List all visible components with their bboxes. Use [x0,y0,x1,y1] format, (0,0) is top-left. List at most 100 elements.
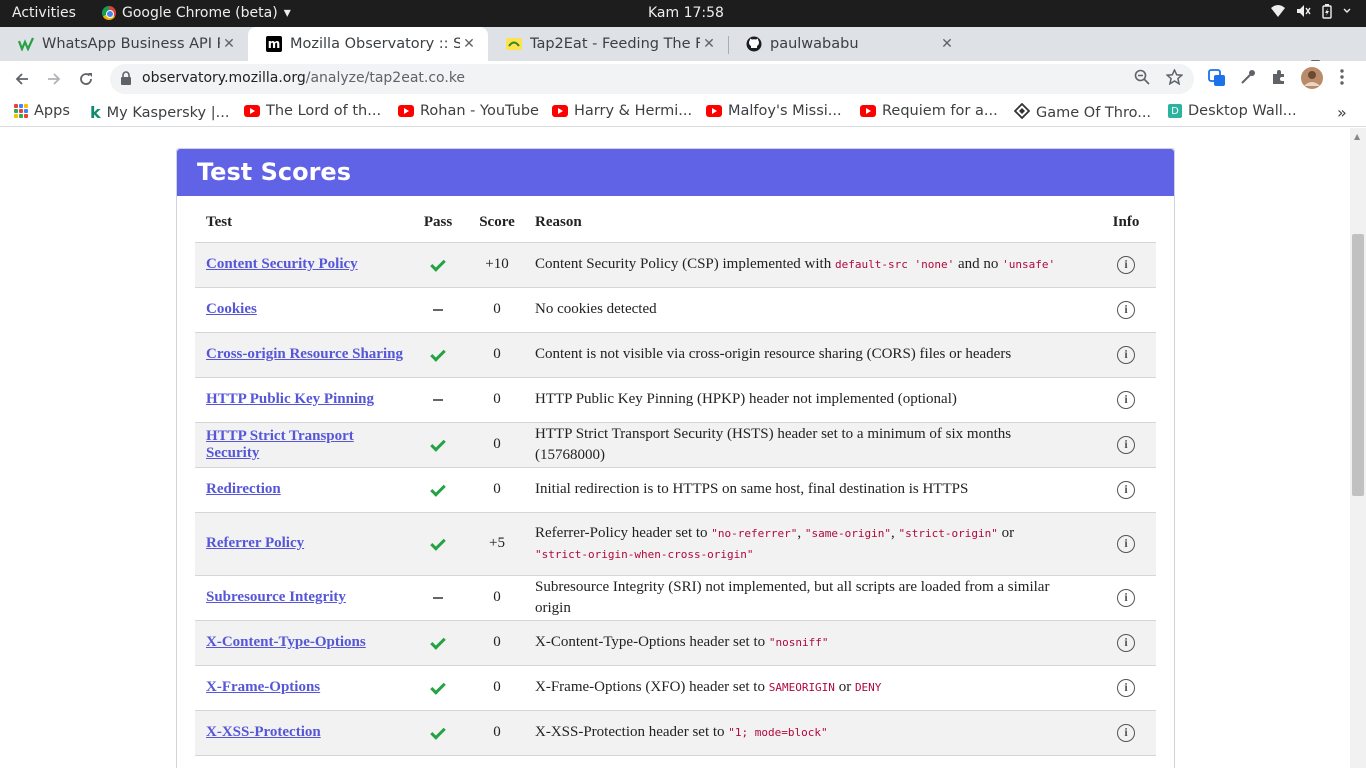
info-icon[interactable]: i [1117,300,1135,319]
youtube-icon [398,105,414,117]
tab-github-paulwababu[interactable]: paulwababu ✕ [728,27,966,61]
checkmark-icon [430,436,446,452]
reason-cell: No cookies detected [523,287,1096,333]
app-menu[interactable]: Google Chrome (beta) ▾ [102,5,291,21]
reason-text: HTTP Strict Transport Security (HSTS) he… [535,425,1012,463]
back-arrow-icon[interactable] [9,66,35,92]
reason-cell: Subresource Integrity (SRI) not implemen… [523,575,1096,621]
tab-whatsapp-business[interactable]: WhatsApp Business API P ✕ [0,27,248,61]
info-cell: i [1096,467,1156,513]
checkmark-icon [430,535,446,551]
score-cell: +10 [471,242,523,288]
tab-tap2eat[interactable]: Tap2Eat - Feeding The Fut ✕ [488,27,728,61]
bookmark-malfoy[interactable]: Malfoy's Missi... [706,103,842,119]
table-row: Cookies 0 No cookies detected i [195,287,1156,333]
close-icon[interactable]: ✕ [460,36,478,52]
test-link[interactable]: X-Content-Type-Options [206,634,366,650]
pass-cell [405,467,471,513]
dash-icon [433,308,443,311]
bookmark-requiem[interactable]: Requiem for a... [860,103,998,119]
test-link[interactable]: Subresource Integrity [206,589,346,605]
table-row: Referrer Policy +5 Referrer-Policy header … [195,512,1156,576]
bookmark-desktop-wallpaper[interactable]: D Desktop Wall... [1168,103,1297,119]
test-link[interactable]: Redirection [206,481,281,497]
pass-cell [405,512,471,576]
info-icon[interactable]: i [1117,435,1135,454]
battery-icon [1322,4,1332,23]
score-cell: 0 [471,467,523,513]
address-bar[interactable]: observatory.mozilla.org/analyze/tap2eat.… [110,64,1194,94]
test-link[interactable]: HTTP Strict Transport Security [206,428,354,461]
lock-icon[interactable] [120,71,132,90]
info-icon[interactable]: i [1117,480,1135,499]
clock[interactable]: Kam 17:58 [648,5,724,21]
bookmark-lord-of-the-rings[interactable]: The Lord of th... [244,103,381,119]
info-icon[interactable]: i [1117,345,1135,364]
info-icon[interactable]: i [1117,723,1135,742]
dash-icon [433,596,443,599]
info-icon[interactable]: i [1117,678,1135,697]
activities-button[interactable]: Activities [12,5,76,21]
page-content: Test Scores Test Pass Score Reason Info … [0,128,1350,768]
reason-cell: HTTP Strict Transport Security (HSTS) he… [523,422,1096,468]
pass-cell [405,575,471,621]
tab-title: WhatsApp Business API P [42,36,220,52]
scrollbar-thumb[interactable] [1352,234,1364,496]
scroll-up-arrow-icon[interactable]: ▲ [1354,132,1360,141]
extensions-puzzle-icon[interactable] [1271,69,1287,89]
score-cell: +5 [471,512,523,576]
test-link[interactable]: Content Security Policy [206,256,358,272]
close-icon[interactable]: ✕ [220,36,238,52]
test-link[interactable]: Referrer Policy [206,535,304,551]
bookmark-label: Rohan - YouTube [420,103,539,119]
zoom-icon[interactable] [1134,69,1150,89]
test-link[interactable]: X-XSS-Protection [206,724,321,740]
bookmarks-bar: Apps k My Kaspersky |... The Lord of th.… [0,97,1366,127]
score-cell: 0 [471,332,523,378]
info-cell: i [1096,332,1156,378]
info-icon[interactable]: i [1117,534,1135,553]
desktop-wall-icon: D [1168,104,1182,118]
test-link[interactable]: HTTP Public Key Pinning [206,391,374,407]
info-cell: i [1096,377,1156,423]
bookmark-rohan-youtube[interactable]: Rohan - YouTube [398,103,539,119]
bookmark-game-of-thrones[interactable]: Game Of Thro... [1013,102,1151,123]
tab-mozilla-observatory[interactable]: m Mozilla Observatory :: Sca ✕ [248,27,488,61]
reason-cell: X-Frame-Options (XFO) header set to SAME… [523,665,1096,711]
page-scrollbar[interactable]: ▲ [1350,128,1366,768]
forward-arrow-icon[interactable] [41,66,67,92]
pass-cell [405,377,471,423]
close-icon[interactable]: ✕ [938,36,956,52]
test-link[interactable]: X-Frame-Options [206,679,320,695]
close-icon[interactable]: ✕ [700,36,718,52]
reason-cell: X-XSS-Protection header set to "1; mode=… [523,710,1096,756]
menu-kebab-icon[interactable] [1340,69,1344,89]
bookmark-apps[interactable]: Apps [14,103,70,119]
test-link[interactable]: Cookies [206,301,257,317]
info-cell: i [1096,287,1156,333]
url-path: /analyze/tap2eat.co.ke [305,70,466,86]
bookmark-label: Desktop Wall... [1188,103,1297,119]
test-cell: Content Security Policy [195,242,405,288]
info-icon[interactable]: i [1117,390,1135,409]
profile-avatar[interactable] [1301,67,1323,93]
bookmarks-overflow-button[interactable]: » [1337,103,1347,122]
reason-cell: Initial redirection is to HTTPS on same … [523,467,1096,513]
tab-title: Mozilla Observatory :: Sca [290,36,460,52]
score-cell: 0 [471,620,523,666]
translate-extension-icon[interactable] [1208,69,1226,91]
bookmark-kaspersky[interactable]: k My Kaspersky |... [90,103,229,122]
url-text[interactable]: observatory.mozilla.org/analyze/tap2eat.… [142,70,465,86]
system-tray[interactable] [1270,4,1352,23]
reload-icon[interactable] [73,66,99,92]
github-icon [746,36,762,52]
bookmark-harry-hermione[interactable]: Harry & Hermi... [552,103,692,119]
test-link[interactable]: Cross-origin Resource Sharing [206,346,403,362]
star-icon[interactable] [1165,68,1184,89]
test-cell: Cookies [195,287,405,333]
info-icon[interactable]: i [1117,633,1135,652]
info-icon[interactable]: i [1117,255,1135,274]
info-icon[interactable]: i [1117,588,1135,607]
eyedropper-extension-icon[interactable] [1240,69,1256,89]
reason-cell: Content is not visible via cross-origin … [523,332,1096,378]
